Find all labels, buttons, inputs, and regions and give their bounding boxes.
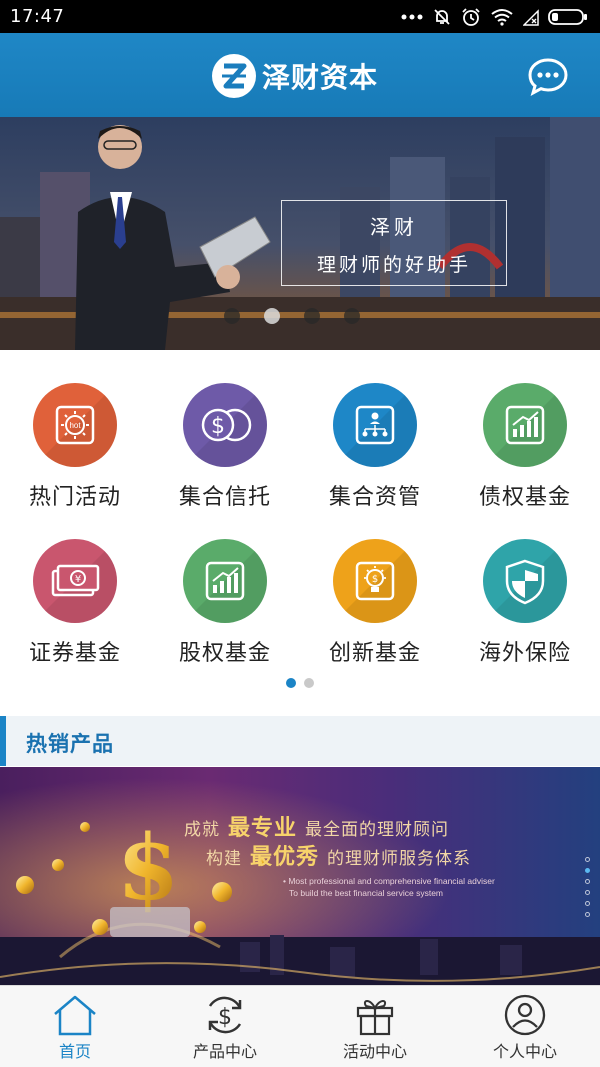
promo-suffix: 的理财师服务体系 (327, 849, 472, 869)
pager-dot[interactable] (224, 308, 240, 324)
category-label: 集合信托 (178, 485, 271, 510)
promo-line-1: 成就 最专业 最全面的理财顾问 (184, 810, 449, 842)
app-header: 泽财资本 (0, 33, 600, 117)
tab-profile[interactable]: 个人中心 (450, 986, 600, 1067)
slogan-subtitle: 理财师的好助手 (316, 254, 471, 276)
hero-pager (224, 308, 360, 324)
slogan-title: 泽财 (370, 215, 418, 239)
pager-dot[interactable] (304, 308, 320, 324)
home-icon (54, 995, 96, 1036)
status-icons (401, 7, 588, 27)
category-label: 股权基金 (178, 641, 271, 666)
promo-suffix: 最全面的理财顾问 (305, 820, 450, 840)
svg-text:$: $ (117, 815, 180, 921)
alarm-icon (462, 7, 480, 26)
user-icon (504, 994, 546, 1036)
category-innovation-fund[interactable]: $ 创新基金 (300, 539, 450, 689)
mute-bell-icon (434, 8, 450, 25)
tab-activities[interactable]: 活动中心 (300, 986, 450, 1067)
brand-logo-icon (212, 54, 256, 98)
message-button[interactable] (526, 55, 570, 99)
pager-dot[interactable] (585, 857, 590, 862)
category-overseas-insurance[interactable]: 海外保险 (450, 539, 600, 689)
promo-line-2: 构建 最优秀 的理财师服务体系 (206, 839, 471, 871)
status-bar: 17:47 (0, 0, 600, 33)
category-label: 创新基金 (328, 641, 421, 666)
promo-emphasis: 最专业 (228, 816, 298, 841)
hot-activity-icon: hot (33, 383, 117, 467)
pager-dot-active[interactable] (264, 308, 280, 324)
tab-label: 产品中心 (192, 1042, 257, 1061)
brand-name: 泽财资本 (262, 61, 379, 94)
signal-icon (523, 8, 539, 26)
org-chart-icon (333, 383, 417, 467)
svg-text:hot: hot (69, 421, 81, 430)
category-label: 债权基金 (478, 485, 571, 510)
category-trust[interactable]: $ 集合信托 (150, 383, 300, 533)
category-securities-fund[interactable]: ¥ 证券基金 (0, 539, 150, 689)
category-label: 集合资管 (328, 485, 421, 510)
pager-dot[interactable] (585, 879, 590, 884)
status-time: 17:47 (10, 6, 65, 27)
category-equity-fund[interactable]: 股权基金 (150, 539, 300, 689)
svg-text:$: $ (218, 1005, 232, 1030)
pager-dot-active[interactable] (286, 678, 296, 688)
pager-dot[interactable] (344, 308, 360, 324)
promo-english-1: • Most professional and comprehensive fi… (283, 876, 495, 886)
banknote-icon: ¥ (33, 539, 117, 623)
chat-bubble-icon (528, 58, 568, 97)
pager-dot[interactable] (585, 890, 590, 895)
svg-text:¥: ¥ (75, 574, 81, 585)
more-dots-icon (401, 14, 423, 19)
category-asset-mgmt[interactable]: 集合资管 (300, 383, 450, 533)
battery-icon (548, 8, 587, 25)
category-grid: hot 热门活动 $ 集合信托 集合资管 债权基金 ¥ 证券基金 股权基金 $ (0, 350, 600, 710)
promo-english-2: To build the best financial service syst… (289, 888, 444, 898)
svg-text:$: $ (372, 574, 378, 585)
growth-chart-icon (483, 383, 567, 467)
category-label: 热门活动 (28, 485, 121, 510)
section-title: 热销产品 (26, 732, 114, 756)
tab-home[interactable]: 首页 (0, 986, 150, 1067)
category-label: 海外保险 (478, 641, 571, 666)
product-banner[interactable]: $ 成就 最专业 最全面的理财顾问 构建 最优秀 的理财师服务体系 • Most pro… (0, 767, 600, 985)
tab-products[interactable]: $ 产品中心 (150, 986, 300, 1067)
brand: 泽财资本 (212, 53, 378, 99)
bar-chart-icon (183, 539, 267, 623)
category-pager (286, 678, 314, 688)
pager-dot[interactable] (585, 912, 590, 917)
tab-label: 个人中心 (492, 1042, 557, 1061)
hero-banner[interactable]: 泽财 理财师的好助手 (0, 117, 600, 350)
tab-label: 首页 (58, 1042, 91, 1061)
wifi-icon (491, 8, 513, 26)
dollar-refresh-icon: $ (208, 996, 242, 1034)
gift-icon (356, 1000, 394, 1036)
pager-dot[interactable] (304, 678, 314, 688)
promo-prefix: 构建 (206, 849, 242, 869)
svg-text:$: $ (211, 414, 225, 439)
coins-icon: $ (183, 383, 267, 467)
product-banner-pager (585, 857, 590, 917)
promo-emphasis: 最优秀 (250, 845, 320, 870)
pager-dot[interactable] (585, 901, 590, 906)
idea-bulb-icon: $ (333, 539, 417, 623)
hot-products-header: 热销产品 (0, 716, 600, 766)
shield-icon (483, 539, 567, 623)
promo-prefix: 成就 (184, 820, 220, 840)
category-label: 证券基金 (28, 641, 121, 666)
category-debt-fund[interactable]: 债权基金 (450, 383, 600, 533)
pager-dot-active[interactable] (585, 868, 590, 873)
bottom-tab-bar: 首页 $ 产品中心 活动中心 个人中心 (0, 985, 600, 1067)
category-hot-activity[interactable]: hot 热门活动 (0, 383, 150, 533)
slogan-box: 泽财 理财师的好助手 (281, 200, 507, 286)
tab-label: 活动中心 (342, 1042, 407, 1061)
